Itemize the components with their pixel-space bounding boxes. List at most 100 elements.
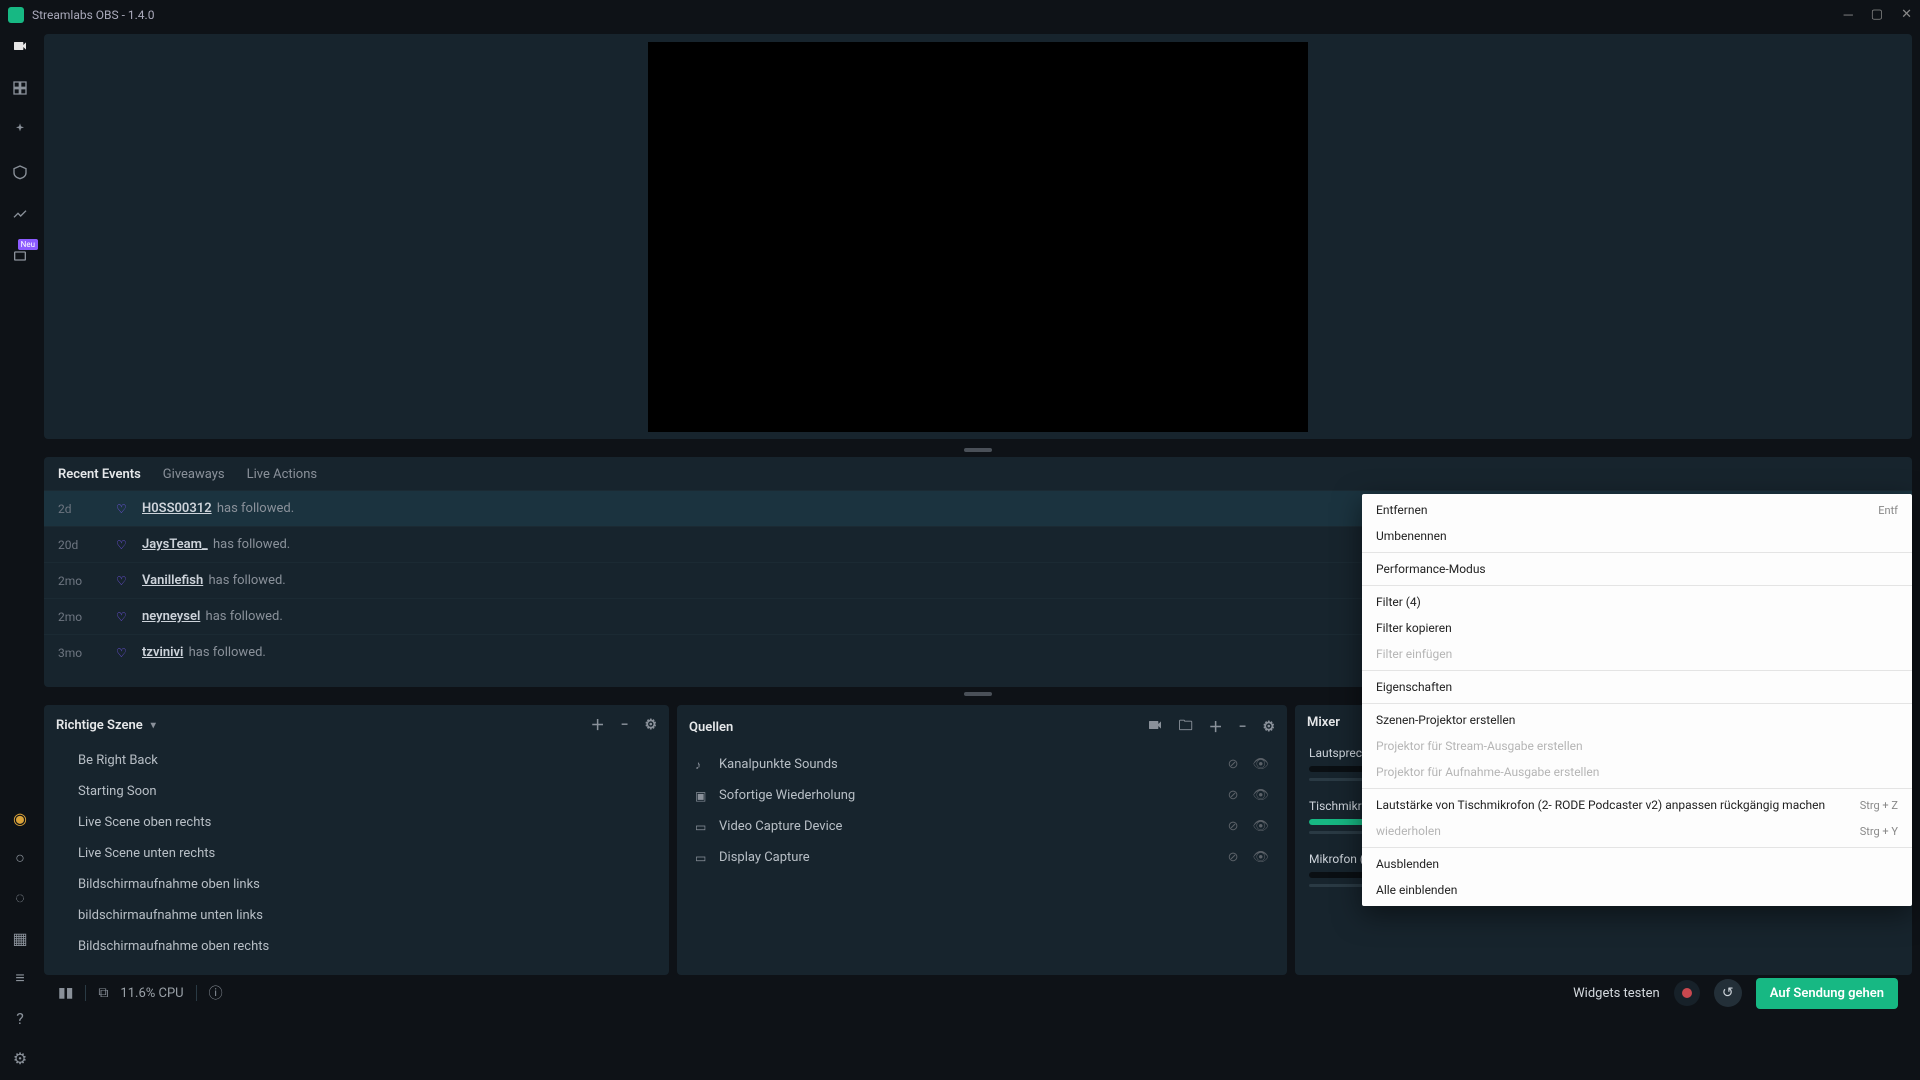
info-icon[interactable]: ⓘ	[209, 983, 223, 1003]
highlighter-icon[interactable]: Neu	[10, 246, 30, 266]
settings-icon[interactable]: ⚙	[10, 1048, 30, 1068]
scene-label: Live Scene unten rechts	[78, 846, 215, 861]
context-menu-item[interactable]: Lautstärke von Tischmikrofon (2- RODE Po…	[1362, 792, 1912, 818]
scenes-panel: Richtige Szene▾ ＋ − ⚙ Be Right BackStart…	[44, 705, 669, 975]
replay-button[interactable]: ↺	[1714, 979, 1742, 1007]
context-menu-item[interactable]: EntfernenEntf	[1362, 497, 1912, 523]
source-item[interactable]: ▣ Sofortige Wiederholung ⊘👁	[677, 780, 1287, 811]
event-user[interactable]: Vanillefish	[142, 573, 203, 588]
separator	[85, 985, 86, 1001]
drag-handle[interactable]	[44, 443, 1912, 457]
source-settings-button[interactable]: ⚙	[1262, 719, 1275, 735]
add-scene-button[interactable]: ＋	[591, 715, 605, 735]
alert-icon[interactable]: ◉	[10, 808, 30, 828]
scene-item[interactable]: Live Scene oben rechts	[44, 807, 669, 838]
add-source-button[interactable]: ＋	[1209, 717, 1223, 737]
context-menu-item[interactable]: Filter kopieren	[1362, 615, 1912, 641]
visibility-icon[interactable]: 👁	[1252, 788, 1269, 803]
event-user[interactable]: neyneysel	[142, 609, 200, 624]
menu-shortcut: Strg + Y	[1860, 825, 1898, 838]
source-type-icon: ▣	[695, 789, 709, 803]
chat-icon[interactable]: ○	[10, 848, 30, 868]
tab-giveaways[interactable]: Giveaways	[163, 467, 225, 482]
scene-item[interactable]: Bildschirmaufnahme oben rechts	[44, 931, 669, 962]
scene-item[interactable]: bildschirmaufnahme unten links	[44, 900, 669, 931]
heart-icon: ♡	[116, 574, 134, 588]
scene-item[interactable]: Be Right Back	[44, 745, 669, 776]
event-action: has followed.	[205, 573, 285, 588]
grid-icon[interactable]: ▦	[10, 928, 30, 948]
bars-icon[interactable]: ≡	[10, 968, 30, 988]
scene-item[interactable]: Live Scene unten rechts	[44, 838, 669, 869]
source-label: Display Capture	[719, 850, 810, 865]
context-menu-item[interactable]: Ausblenden	[1362, 851, 1912, 877]
scene-label: Be Right Back	[78, 753, 158, 768]
layout-icon[interactable]	[10, 78, 30, 98]
menu-shortcut: Strg + Z	[1860, 799, 1898, 812]
lock-icon[interactable]: ⊘	[1228, 819, 1239, 834]
context-menu-item: Projektor für Aufnahme-Ausgabe erstellen	[1362, 759, 1912, 785]
event-user[interactable]: H0SS00312	[142, 501, 212, 516]
record-button[interactable]	[1674, 980, 1700, 1006]
scene-item[interactable]: Bildschirmaufnahme oben links	[44, 869, 669, 900]
context-menu-item[interactable]: Performance-Modus	[1362, 556, 1912, 582]
menu-separator	[1362, 847, 1912, 848]
stats-icon[interactable]: ▮▮	[58, 985, 73, 1001]
context-menu-item[interactable]: Alle einblenden	[1362, 877, 1912, 903]
menu-shortcut: Entf	[1878, 504, 1898, 517]
close-button[interactable]: ✕	[1901, 7, 1912, 23]
source-type-icon: ♪	[695, 758, 709, 772]
visibility-icon[interactable]: 👁	[1252, 819, 1269, 834]
preview-area[interactable]	[44, 34, 1912, 439]
context-menu-item[interactable]: Umbenennen	[1362, 523, 1912, 549]
preview-canvas	[648, 42, 1308, 432]
heart-icon: ♡	[116, 502, 134, 516]
event-when: 2mo	[58, 610, 116, 624]
scene-item[interactable]: Starting Soon	[44, 776, 669, 807]
tab-recent-events[interactable]: Recent Events	[58, 467, 141, 482]
test-widgets-button[interactable]: Widgets testen	[1573, 986, 1660, 1001]
lock-icon[interactable]: ⊘	[1228, 757, 1239, 772]
visibility-icon[interactable]: 👁	[1252, 850, 1269, 865]
mixer-channel-label: Tischmikr	[1309, 799, 1362, 813]
menu-item-label: Szenen-Projektor erstellen	[1376, 713, 1898, 727]
search-icon[interactable]: ◌	[10, 888, 30, 908]
context-menu-item[interactable]: Szenen-Projektor erstellen	[1362, 707, 1912, 733]
camera-icon[interactable]	[1147, 717, 1163, 737]
remove-scene-button[interactable]: −	[621, 717, 629, 733]
separator	[196, 985, 197, 1001]
lock-icon[interactable]: ⊘	[1228, 788, 1239, 803]
scene-label: Bildschirmaufnahme oben links	[78, 877, 260, 892]
appstore-icon[interactable]	[10, 162, 30, 182]
chevron-down-icon[interactable]: ▾	[151, 720, 156, 731]
tab-live-actions[interactable]: Live Actions	[247, 467, 318, 482]
menu-item-label: Filter einfügen	[1376, 647, 1898, 661]
source-item[interactable]: ♪ Kanalpunkte Sounds ⊘👁	[677, 749, 1287, 780]
menu-item-label: Ausblenden	[1376, 857, 1898, 871]
context-menu-item[interactable]: Filter (4)	[1362, 589, 1912, 615]
context-menu-item[interactable]: Eigenschaften	[1362, 674, 1912, 700]
event-user[interactable]: tzvinivi	[142, 645, 183, 660]
menu-item-label: Umbenennen	[1376, 529, 1898, 543]
themes-icon[interactable]	[10, 120, 30, 140]
menu-item-label: Performance-Modus	[1376, 562, 1898, 576]
lock-icon[interactable]: ⊘	[1228, 850, 1239, 865]
menu-separator	[1362, 788, 1912, 789]
context-menu: EntfernenEntf Umbenennen Performance-Modus…	[1362, 494, 1912, 906]
visibility-icon[interactable]: 👁	[1252, 757, 1269, 772]
folder-icon[interactable]: 🗀	[1179, 715, 1193, 739]
editor-icon[interactable]	[10, 36, 30, 56]
help-icon[interactable]: ?	[10, 1008, 30, 1028]
source-item[interactable]: ▭ Display Capture ⊘👁	[677, 842, 1287, 873]
scene-settings-button[interactable]: ⚙	[644, 717, 657, 733]
source-item[interactable]: ▭ Video Capture Device ⊘👁	[677, 811, 1287, 842]
go-live-button[interactable]: Auf Sendung gehen	[1756, 978, 1898, 1009]
maximize-button[interactable]: ▢	[1871, 7, 1883, 23]
sources-title: Quellen	[689, 720, 733, 735]
minimize-button[interactable]: ─	[1844, 7, 1853, 23]
dashboard-icon[interactable]	[10, 204, 30, 224]
event-user[interactable]: JaysTeam_	[142, 537, 208, 552]
source-type-icon: ▭	[695, 820, 709, 834]
mixer-title: Mixer	[1307, 715, 1340, 730]
remove-source-button[interactable]: −	[1239, 719, 1247, 735]
